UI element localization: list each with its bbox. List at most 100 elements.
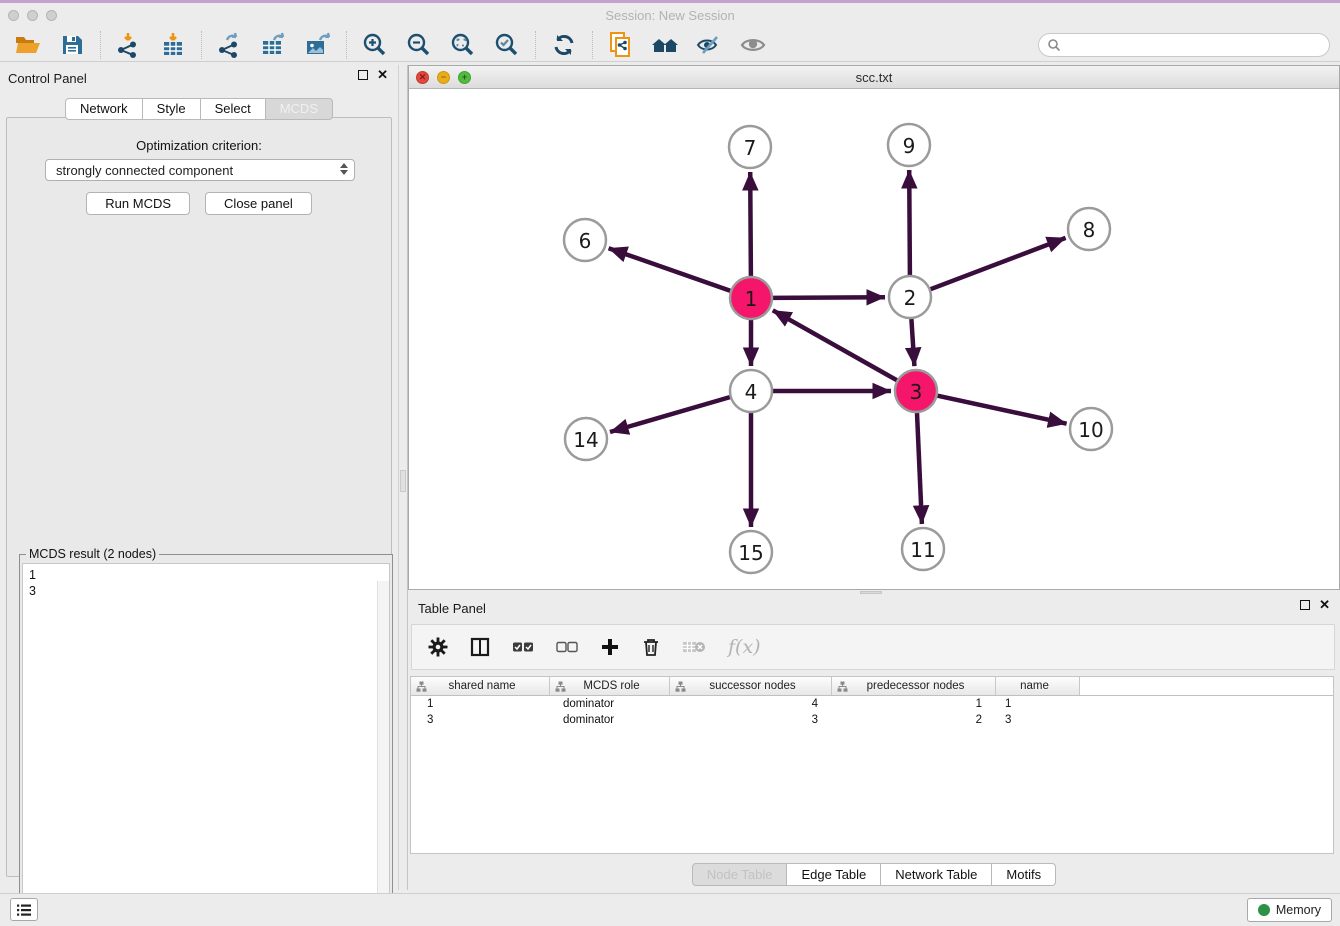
tab-network-table[interactable]: Network Table [881,863,992,886]
save-session-icon[interactable] [57,31,87,59]
cell-shared-name[interactable]: 1 [411,698,550,710]
edge-3-10[interactable] [938,396,1067,424]
home-view-icon[interactable] [650,31,680,59]
tab-node-table[interactable]: Node Table [692,863,788,886]
mcds-result-text[interactable]: 1 3 [22,563,390,922]
table-row[interactable]: 3 dominator 3 2 3 [411,712,1333,728]
tab-edge-table[interactable]: Edge Table [787,863,881,886]
run-mcds-button[interactable]: Run MCDS [86,192,190,215]
function-builder-icon[interactable]: f(x) [728,636,761,658]
cell-mcds-role[interactable]: dominator [550,714,670,726]
delete-column-icon[interactable] [642,637,660,657]
edge-3-11[interactable] [917,413,922,524]
edge-3-1[interactable] [773,310,897,380]
float-panel-icon[interactable] [358,70,368,80]
zoom-in-icon[interactable] [360,31,390,59]
table-header-row: shared name MCDS role successor nodes pr… [411,677,1333,696]
network-canvas[interactable]: 1 2 3 4 6 7 8 9 10 11 14 15 [409,89,1339,589]
splitter-grip[interactable] [400,470,406,492]
add-column-icon[interactable] [600,637,620,657]
graph-node-14[interactable]: 14 [565,418,607,460]
control-panel: Control Panel ✕ Network Style Select MCD… [0,65,398,890]
network-graph: 1 2 3 4 6 7 8 9 10 11 14 15 [409,89,1339,589]
mcds-result-scrollbar[interactable] [377,581,389,920]
select-all-columns-icon[interactable] [512,640,534,654]
tab-select[interactable]: Select [201,98,266,120]
delete-table-icon[interactable] [682,639,706,655]
zoom-out-icon[interactable] [404,31,434,59]
graph-node-11[interactable]: 11 [902,528,944,570]
clone-network-icon[interactable] [606,31,636,59]
optimization-criterion-select[interactable]: strongly connected component [45,159,355,181]
graph-node-7[interactable]: 7 [729,126,771,168]
float-table-panel-icon[interactable] [1300,600,1310,610]
splitter-grip[interactable] [860,591,882,594]
edge-2-9[interactable] [909,170,910,275]
edge-1-7[interactable] [750,172,751,276]
graph-node-8[interactable]: 8 [1068,208,1110,250]
window-title: Session: New Session [0,8,1340,23]
column-header-successor-nodes[interactable]: successor nodes [670,677,832,695]
tab-network[interactable]: Network [65,98,143,120]
edge-4-14[interactable] [610,397,730,432]
export-table-icon[interactable] [259,31,289,59]
cell-shared-name[interactable]: 3 [411,714,550,726]
column-header-mcds-role[interactable]: MCDS role [550,677,670,695]
zoom-fit-icon[interactable] [448,31,478,59]
vertical-splitter[interactable] [398,65,408,890]
tab-motifs[interactable]: Motifs [992,863,1056,886]
column-header-name[interactable]: name [996,677,1080,695]
cell-predecessor-nodes[interactable]: 1 [832,698,996,710]
table-row[interactable]: 1 dominator 4 1 1 [411,696,1333,712]
edge-2-3[interactable] [911,319,914,366]
titlebar: Session: New Session [0,3,1340,28]
refresh-icon[interactable] [549,31,579,59]
cell-name[interactable]: 1 [996,698,1080,710]
graph-node-6[interactable]: 6 [564,219,606,261]
graph-node-9[interactable]: 9 [888,124,930,166]
network-window-title: scc.txt [409,70,1339,85]
graph-node-15[interactable]: 15 [730,531,772,573]
open-file-icon[interactable] [13,31,43,59]
import-table-icon[interactable] [158,31,188,59]
graph-node-10[interactable]: 10 [1070,408,1112,450]
cell-successor-nodes[interactable]: 3 [670,714,832,726]
export-network-icon[interactable] [215,31,245,59]
zoom-selected-icon[interactable] [492,31,522,59]
network-window-titlebar: ✕ − + scc.txt [409,66,1339,89]
search-input[interactable] [1065,35,1329,55]
tab-mcds[interactable]: MCDS [266,98,333,120]
graph-node-3[interactable]: 3 [895,370,937,412]
edge-2-8[interactable] [931,238,1066,289]
hide-graphics-icon[interactable] [694,31,724,59]
column-header-predecessor-nodes[interactable]: predecessor nodes [832,677,996,695]
show-graphics-icon[interactable] [738,31,768,59]
column-layout-icon[interactable] [470,637,490,657]
graph-node-1[interactable]: 1 [730,277,772,319]
graph-node-4[interactable]: 4 [730,370,772,412]
table-toolbar: f(x) [411,624,1335,670]
cell-predecessor-nodes[interactable]: 2 [832,714,996,726]
memory-status-icon [1258,904,1270,916]
cell-mcds-role[interactable]: dominator [550,698,670,710]
table-settings-gear-icon[interactable] [428,637,448,657]
close-panel-icon[interactable]: ✕ [377,70,388,80]
cell-successor-nodes[interactable]: 4 [670,698,832,710]
export-image-icon[interactable] [303,31,333,59]
status-bar: Memory [0,893,1340,926]
graph-node-2[interactable]: 2 [889,276,931,318]
search-box[interactable] [1038,33,1330,57]
edge-1-2[interactable] [773,297,885,298]
import-network-icon[interactable] [114,31,144,59]
cell-name[interactable]: 3 [996,714,1080,726]
column-header-shared-name[interactable]: shared name [411,677,550,695]
table-panel: Table Panel ✕ f(x) [408,595,1340,890]
close-panel-button[interactable]: Close panel [205,192,312,215]
edge-1-6[interactable] [609,248,731,291]
tab-style[interactable]: Style [143,98,201,120]
task-history-button[interactable] [10,898,38,921]
deselect-all-columns-icon[interactable] [556,640,578,654]
close-table-panel-icon[interactable]: ✕ [1319,600,1330,610]
memory-button[interactable]: Memory [1247,898,1332,922]
svg-text:14: 14 [573,428,598,452]
